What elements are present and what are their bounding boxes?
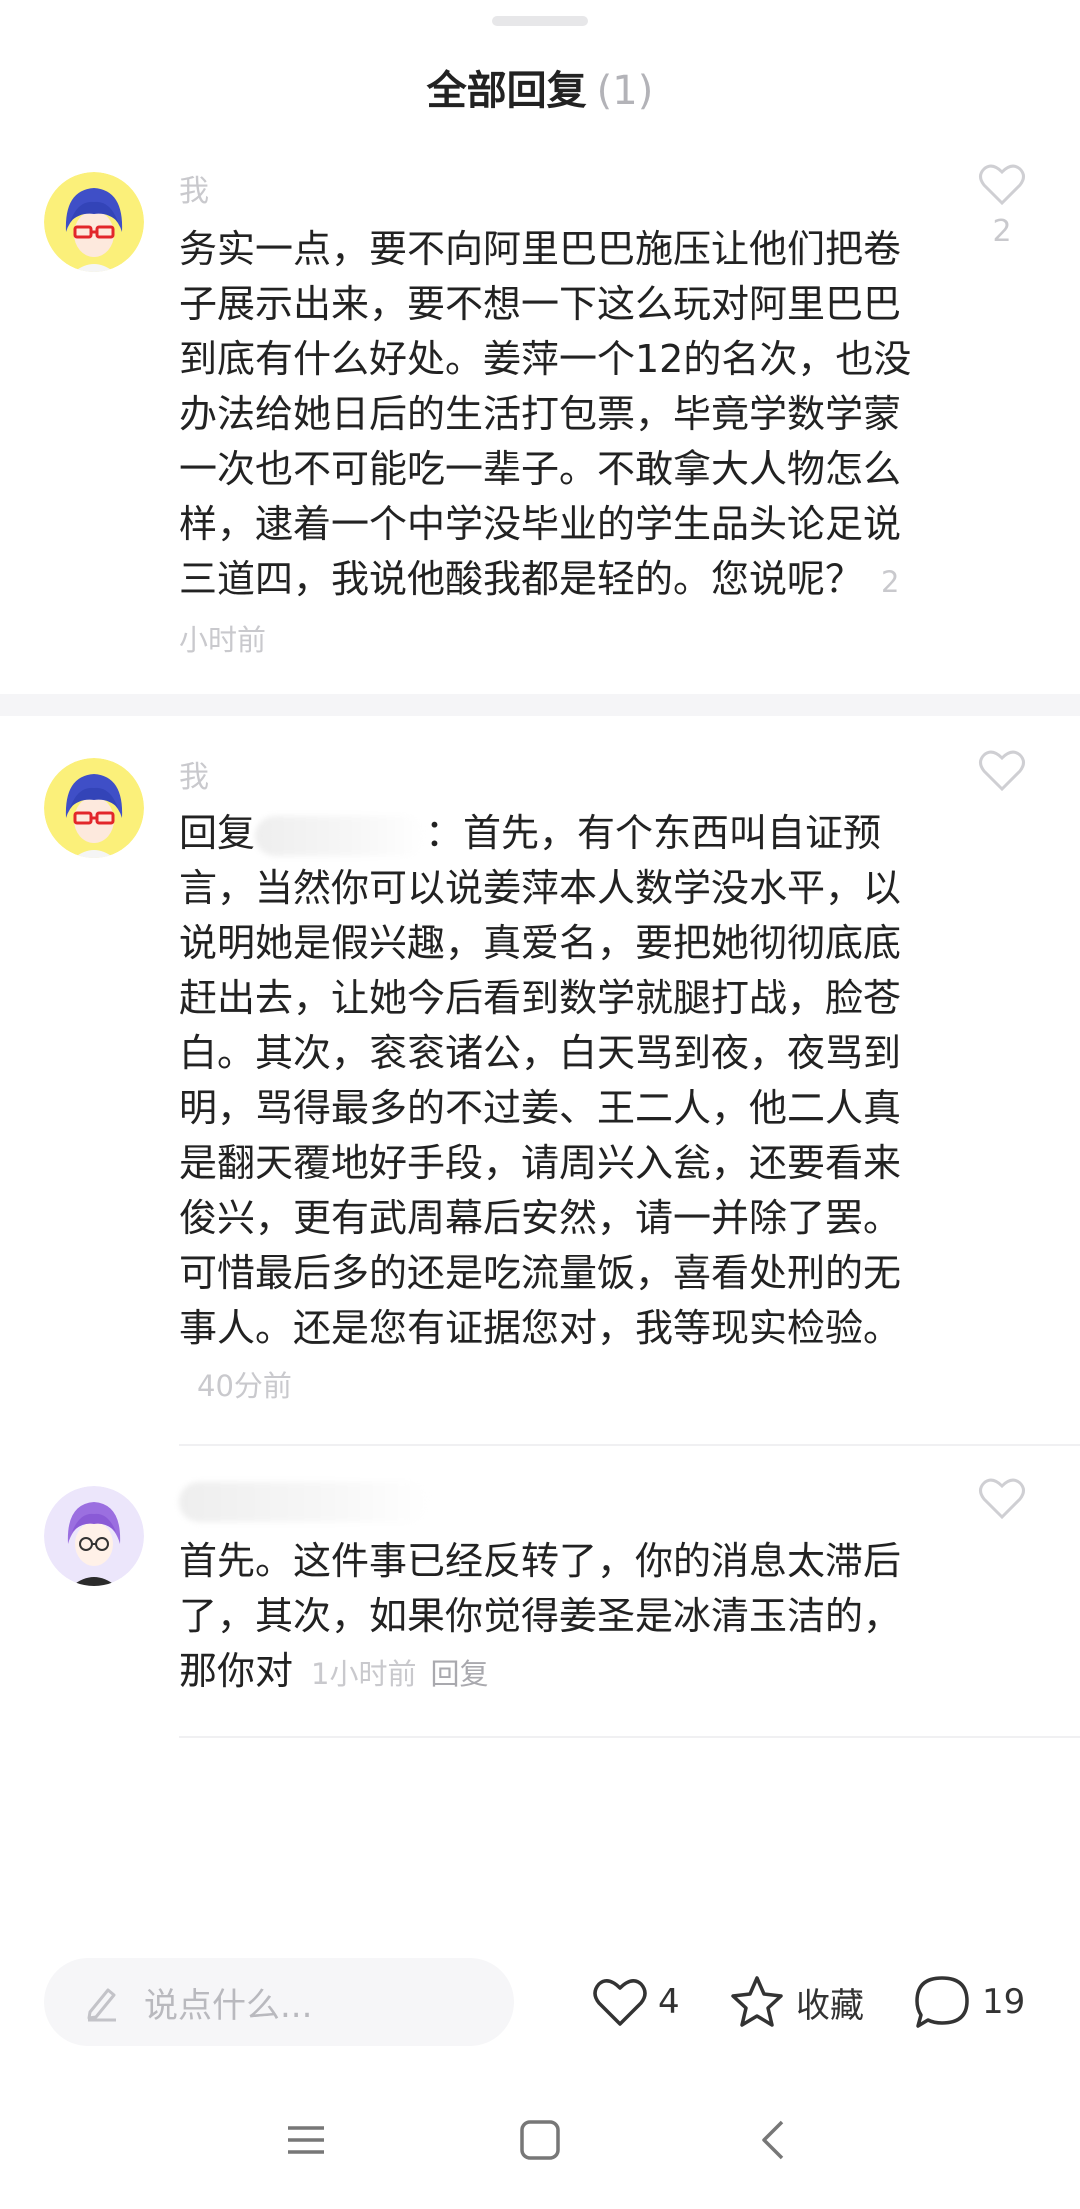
comment-author[interactable]: 我: [179, 752, 209, 796]
comment-text: 首先。这件事已经反转了，你的消息太滞后了，其次，如果你觉得姜圣是冰清玉洁的，那你…: [179, 1534, 919, 1702]
favorite-button[interactable]: 收藏: [728, 1972, 864, 2032]
comment-time: 40分前: [197, 1369, 292, 1403]
comment-text: 回复 ：首先，有个东西叫自证预言，当然你可以说姜萍本人数学没水平，以说明她是假兴趣…: [179, 806, 919, 1414]
comment-author[interactable]: 我: [179, 166, 209, 210]
pencil-icon: [87, 1988, 116, 2022]
reply-button[interactable]: 回复: [430, 1657, 488, 1691]
blurred-username: [255, 815, 426, 856]
comment-button[interactable]: 19: [912, 1972, 1025, 2032]
divider: [179, 1444, 1080, 1446]
like-button[interactable]: 4: [592, 1972, 680, 2032]
heart-icon[interactable]: [978, 162, 1026, 206]
comment-author-blurred[interactable]: [179, 1482, 429, 1522]
avatar[interactable]: [44, 1486, 144, 1586]
reply-prefix: 回复: [179, 811, 256, 855]
heart-icon[interactable]: [978, 748, 1026, 792]
comment-time: 1小时前: [311, 1657, 417, 1691]
avatar-red-glasses-boy-icon: [44, 172, 144, 272]
comment-body: 首先。这件事已经反转了，你的消息太滞后了，其次，如果你觉得姜圣是冰清玉洁的，那你…: [179, 1539, 902, 1693]
like-count: 2: [992, 214, 1012, 249]
input-placeholder: 说点什么...: [144, 1986, 313, 2026]
menu-icon[interactable]: [284, 2118, 328, 2162]
favorite-label: 收藏: [796, 1985, 864, 2026]
avatar-purple-hair-icon: [44, 1486, 144, 1586]
star-icon: [731, 1976, 783, 2027]
page-title: 全部回复 (1): [0, 58, 1080, 116]
drag-handle[interactable]: [492, 16, 588, 26]
system-nav-bar: [0, 2088, 1080, 2209]
avatar[interactable]: [44, 172, 144, 272]
comment-text: 务实一点，要不向阿里巴巴施压让他们把卷子展示出来，要不想一下这么玩对阿里巴巴到底…: [179, 222, 919, 668]
bottom-action-bar: 说点什么... 4 收藏 19: [0, 1958, 1080, 2046]
comment-body: ：首先，有个东西叫自证预言，当然你可以说姜萍本人数学没水平，以说明她是假兴趣，真…: [179, 811, 902, 1350]
reply-count: (1): [596, 68, 654, 114]
like-total: 4: [658, 1982, 680, 2022]
avatar[interactable]: [44, 758, 144, 858]
heart-icon: [593, 1979, 647, 2026]
heart-icon[interactable]: [978, 1476, 1026, 1520]
section-divider: [0, 694, 1080, 716]
comment-input[interactable]: 说点什么...: [44, 1958, 514, 2046]
title-label: 全部回复: [426, 68, 587, 114]
comment-body: 务实一点，要不向阿里巴巴施压让他们把卷子展示出来，要不想一下这么玩对阿里巴巴到底…: [179, 227, 912, 601]
home-icon[interactable]: [518, 2118, 562, 2162]
avatar-red-glasses-boy-icon: [44, 758, 144, 858]
back-icon[interactable]: [752, 2118, 796, 2162]
comment-total: 19: [982, 1982, 1026, 2022]
divider: [179, 1736, 1080, 1738]
speech-bubble-icon: [915, 1976, 969, 2028]
